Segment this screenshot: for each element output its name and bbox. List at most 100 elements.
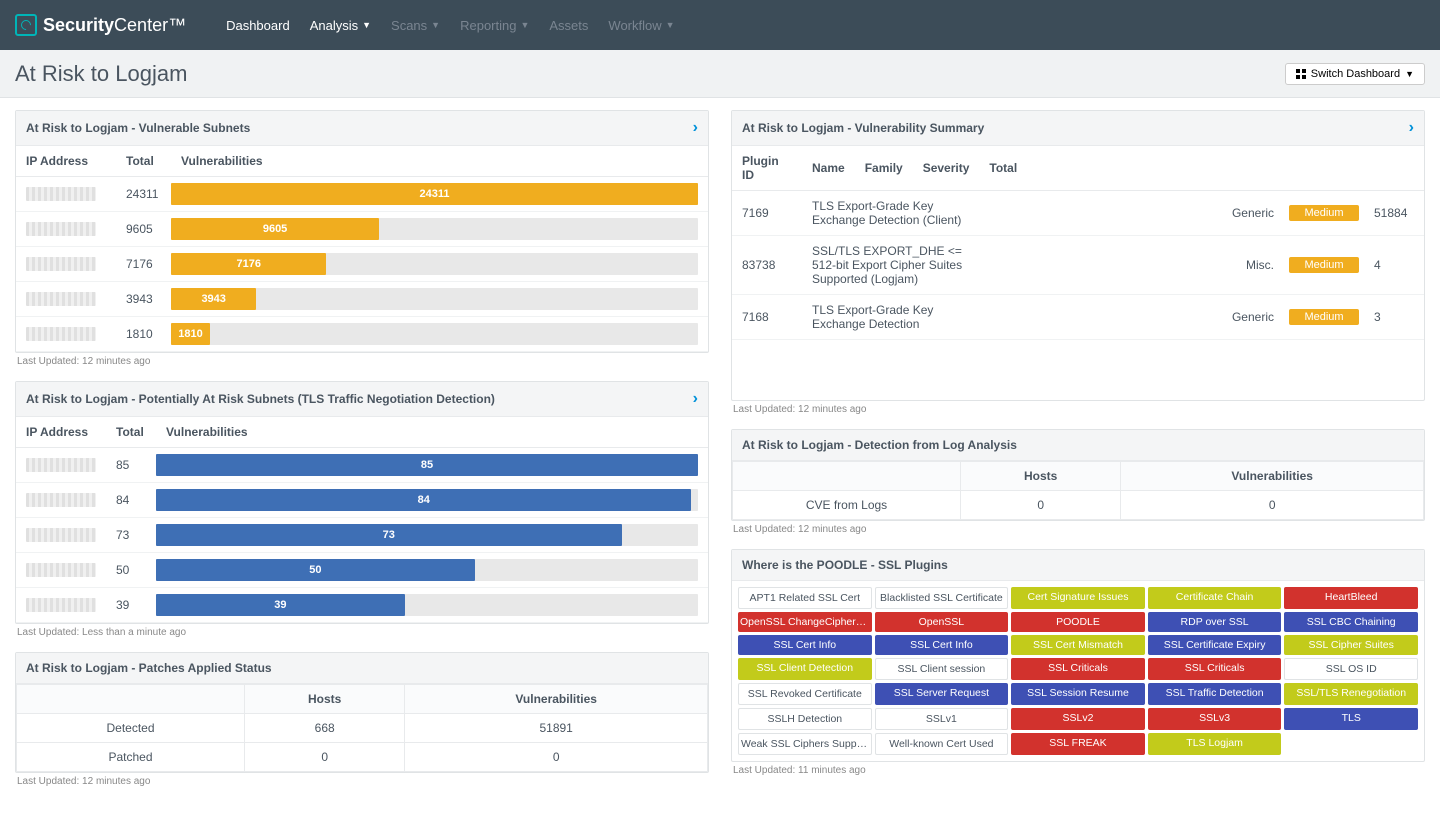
logo[interactable]: SecurityCenter™ [15, 14, 186, 36]
main-nav: Dashboard Analysis▼ Scans▼ Reporting▼ As… [226, 18, 674, 33]
table-row[interactable]: 1810 1810 [16, 317, 708, 352]
log-analysis-table: Hosts Vulnerabilities CVE from Logs00 [732, 461, 1424, 520]
ssl-plugin-cell[interactable]: SSL Server Request [875, 683, 1009, 705]
left-column: At Risk to Logjam - Vulnerable Subnets ›… [15, 110, 709, 793]
ssl-plugin-cell[interactable]: Well-known Cert Used [875, 733, 1009, 755]
table-row[interactable]: Patched00 [17, 743, 708, 772]
ssl-plugin-cell[interactable]: SSL Traffic Detection [1148, 683, 1282, 705]
severity-badge: Medium [1289, 257, 1359, 273]
logo-text: SecurityCenter™ [43, 15, 186, 36]
vuln-value: 0 [405, 743, 708, 772]
last-updated: Last Updated: 12 minutes ago [15, 353, 709, 373]
row-label: Patched [17, 743, 245, 772]
ssl-plugin-cell[interactable]: SSL CBC Chaining [1284, 612, 1418, 632]
table-row[interactable]: 84 84 [16, 483, 708, 518]
ssl-plugin-cell[interactable]: HeartBleed [1284, 587, 1418, 609]
panel-log-analysis: At Risk to Logjam - Detection from Log A… [731, 429, 1425, 521]
plugin-name: SSL/TLS EXPORT_DHE <= 512-bit Export Cip… [802, 236, 979, 295]
panel-patches-wrapper: At Risk to Logjam - Patches Applied Stat… [15, 652, 709, 793]
ssl-plugin-cell[interactable]: Blacklisted SSL Certificate [875, 587, 1009, 609]
ssl-plugin-cell[interactable]: SSL Cipher Suites [1284, 635, 1418, 655]
ssl-plugin-grid: APT1 Related SSL CertBlacklisted SSL Cer… [732, 581, 1424, 761]
ip-redacted [26, 222, 96, 236]
panel-title: At Risk to Logjam - Potentially At Risk … [26, 392, 495, 406]
table-row[interactable]: 3943 3943 [16, 282, 708, 317]
ssl-plugin-cell[interactable]: SSLH Detection [738, 708, 872, 730]
table-row[interactable]: 7168 TLS Export-Grade Key Exchange Detec… [732, 295, 1424, 340]
panel-patches: At Risk to Logjam - Patches Applied Stat… [15, 652, 709, 773]
topbar: SecurityCenter™ Dashboard Analysis▼ Scan… [0, 0, 1440, 50]
ssl-plugin-cell[interactable]: SSL Criticals [1148, 658, 1282, 680]
ssl-plugin-cell[interactable]: SSL Client session [875, 658, 1009, 680]
nav-assets[interactable]: Assets [549, 18, 588, 33]
ssl-plugin-cell[interactable]: SSL Client Detection [738, 658, 872, 680]
table-row[interactable]: 50 50 [16, 553, 708, 588]
table-row[interactable]: 73 73 [16, 518, 708, 553]
table-row[interactable]: 24311 24311 [16, 177, 708, 212]
hosts-value: 0 [245, 743, 405, 772]
family-value: Generic [1232, 206, 1274, 220]
ssl-plugin-cell[interactable]: TLS Logjam [1148, 733, 1282, 755]
panel-potential-subnets: At Risk to Logjam - Potentially At Risk … [15, 381, 709, 624]
chevron-down-icon: ▼ [431, 20, 440, 30]
chevron-down-icon: ▼ [520, 20, 529, 30]
ip-redacted [26, 598, 96, 612]
table-row[interactable]: 39 39 [16, 588, 708, 623]
ssl-plugin-cell[interactable]: OpenSSL ChangeCipherSpec [738, 612, 872, 632]
nav-scans[interactable]: Scans▼ [391, 18, 440, 33]
ssl-plugin-cell[interactable]: OpenSSL [875, 612, 1009, 632]
ssl-plugin-cell[interactable]: SSLv2 [1011, 708, 1145, 730]
ssl-plugin-cell[interactable]: TLS [1284, 708, 1418, 730]
nav-dashboard[interactable]: Dashboard [226, 18, 290, 33]
ssl-plugin-cell[interactable]: SSL Cert Info [738, 635, 872, 655]
table-row[interactable]: 83738 SSL/TLS EXPORT_DHE <= 512-bit Expo… [732, 236, 1424, 295]
ssl-plugin-cell[interactable]: Weak SSL Ciphers Supported [738, 733, 872, 755]
patches-table: Hosts Vulnerabilities Detected66851891Pa… [16, 684, 708, 772]
table-row[interactable]: 7169 TLS Export-Grade Key Exchange Detec… [732, 191, 1424, 236]
family-value: Generic [1232, 310, 1274, 324]
chevron-down-icon: ▼ [666, 20, 675, 30]
ssl-plugin-cell[interactable]: APT1 Related SSL Cert [738, 587, 872, 609]
table-row[interactable]: 85 85 [16, 448, 708, 483]
ssl-plugin-cell[interactable]: SSLv1 [875, 708, 1009, 730]
table-row[interactable]: 7176 7176 [16, 247, 708, 282]
ssl-plugin-cell[interactable]: SSL Certificate Expiry [1148, 635, 1282, 655]
ssl-plugin-cell[interactable]: RDP over SSL [1148, 612, 1282, 632]
panel-vuln-summary-wrapper: At Risk to Logjam - Vulnerability Summar… [731, 110, 1425, 421]
subheader: At Risk to Logjam Switch Dashboard ▼ [0, 50, 1440, 98]
nav-reporting[interactable]: Reporting▼ [460, 18, 529, 33]
plugin-id: 7168 [732, 295, 802, 340]
ssl-plugin-cell[interactable]: SSL Criticals [1011, 658, 1145, 680]
ssl-plugin-cell[interactable]: SSL Revoked Certificate [738, 683, 872, 705]
ssl-plugin-cell[interactable]: SSL/TLS Renegotiation [1284, 683, 1418, 705]
bar-chart-row: 50 [156, 559, 698, 581]
last-updated: Last Updated: Less than a minute ago [15, 624, 709, 644]
severity-badge: Medium [1289, 309, 1359, 325]
chevron-right-icon[interactable]: › [693, 119, 698, 137]
ssl-plugin-cell[interactable]: SSL FREAK [1011, 733, 1145, 755]
plugin-name: TLS Export-Grade Key Exchange Detection [802, 295, 979, 340]
bar-chart-row: 9605 [171, 218, 698, 240]
ssl-plugin-cell[interactable]: SSL OS ID [1284, 658, 1418, 680]
table-row[interactable]: CVE from Logs00 [733, 491, 1424, 520]
ssl-plugin-cell[interactable]: SSL Cert Mismatch [1011, 635, 1145, 655]
nav-analysis[interactable]: Analysis▼ [310, 18, 371, 33]
ssl-plugin-cell[interactable]: Certificate Chain [1148, 587, 1282, 609]
plugin-id: 7169 [732, 191, 802, 236]
switch-dashboard-button[interactable]: Switch Dashboard ▼ [1285, 63, 1425, 85]
ip-redacted [26, 493, 96, 507]
nav-workflow[interactable]: Workflow▼ [608, 18, 674, 33]
total-value: 4 [1374, 258, 1414, 272]
chevron-right-icon[interactable]: › [1409, 119, 1414, 137]
ssl-plugin-cell[interactable]: Cert Signature Issues [1011, 587, 1145, 609]
right-column: At Risk to Logjam - Vulnerability Summar… [731, 110, 1425, 782]
chevron-right-icon[interactable]: › [693, 390, 698, 408]
table-row[interactable]: 9605 9605 [16, 212, 708, 247]
ssl-plugin-cell[interactable]: SSL Cert Info [875, 635, 1009, 655]
table-row[interactable]: Detected66851891 [17, 714, 708, 743]
ssl-plugin-cell[interactable]: SSLv3 [1148, 708, 1282, 730]
panel-title: At Risk to Logjam - Detection from Log A… [742, 438, 1017, 452]
ssl-plugin-cell[interactable]: SSL Session Resume [1011, 683, 1145, 705]
ssl-plugin-cell[interactable]: POODLE [1011, 612, 1145, 632]
bar-chart-row: 24311 [171, 183, 698, 205]
